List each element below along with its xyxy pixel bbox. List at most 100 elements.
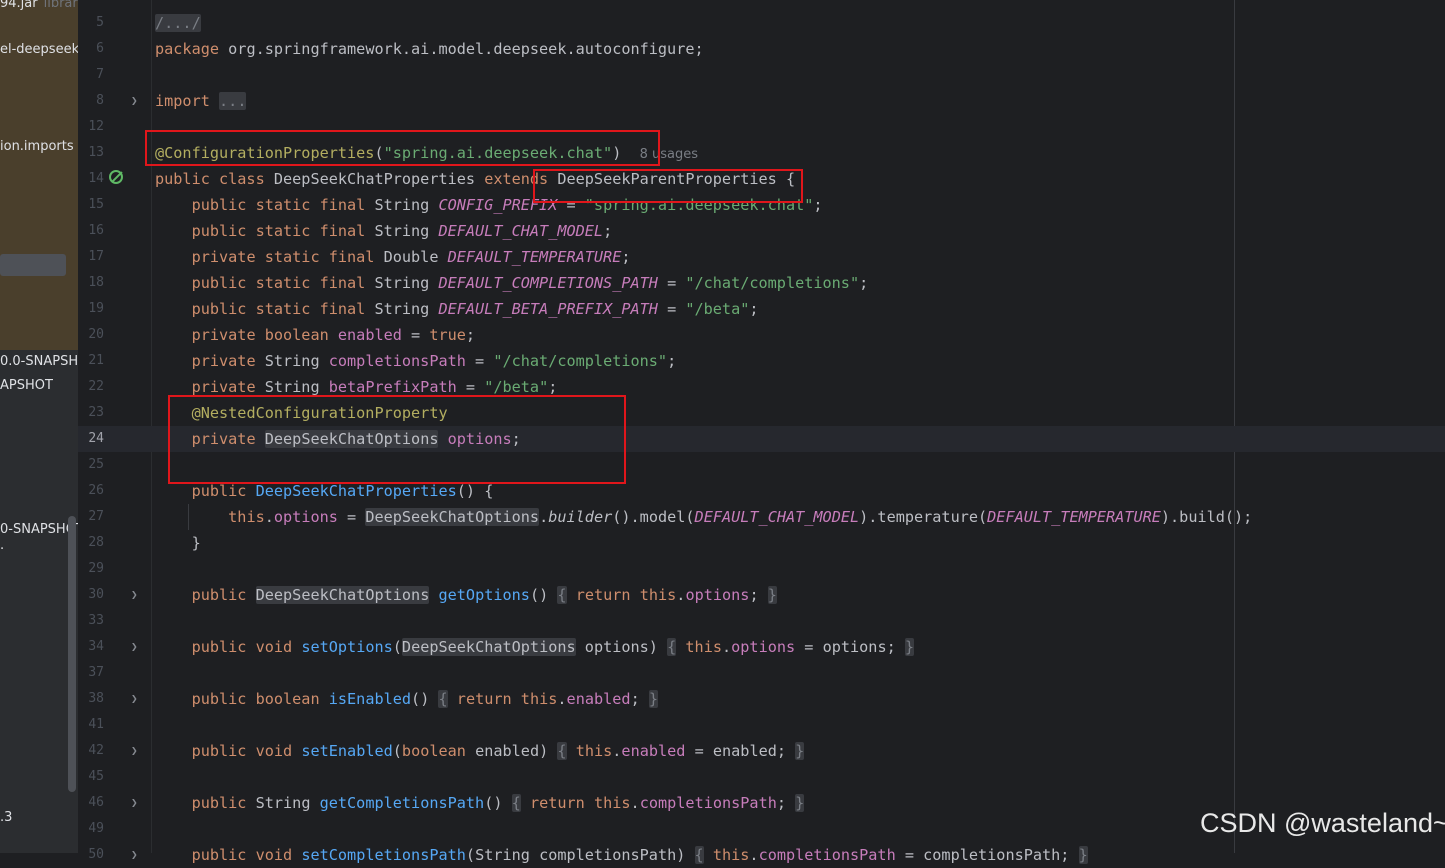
spring-bean-icon[interactable] xyxy=(109,170,123,184)
code-line[interactable]: private boolean enabled = true; xyxy=(155,322,476,348)
line-number: 42 xyxy=(88,743,104,758)
code-token: getCompletionsPath xyxy=(319,794,485,812)
code-line[interactable]: public String getCompletionsPath() { ret… xyxy=(155,790,805,816)
code-token: DEFAULT_COMPLETIONS_PATH xyxy=(438,274,658,292)
code-line[interactable]: import ... xyxy=(155,88,247,114)
line-number: 5 xyxy=(96,15,104,30)
fold-chevron-icon[interactable]: ❯ xyxy=(131,88,141,114)
code-token: } xyxy=(795,742,805,760)
code-token: setEnabled xyxy=(301,742,393,760)
tree-item-snapshot-3[interactable]: 0-SNAPSHOT xyxy=(0,522,78,537)
code-token: String xyxy=(365,274,439,292)
code-token: "/chat/completions" xyxy=(493,352,668,370)
code-token: ; xyxy=(465,326,476,344)
code-token: public void xyxy=(191,742,293,760)
code-token: { xyxy=(438,690,448,708)
tree-item-jar[interactable]: 94.jarlibrary xyxy=(0,0,78,11)
line-number: 15 xyxy=(88,197,104,212)
code-token: ; xyxy=(859,274,869,292)
line-number: 22 xyxy=(88,379,104,394)
code-token: options xyxy=(685,586,750,604)
code-token: this xyxy=(712,846,750,864)
code-token: "/beta" xyxy=(484,378,549,396)
code-token: } xyxy=(904,638,915,656)
code-token: options xyxy=(731,638,796,656)
tree-item-module[interactable]: el-deepseek xyxy=(0,42,78,57)
line-number: 12 xyxy=(88,119,104,134)
code-token: public xyxy=(191,586,247,604)
code-line[interactable]: public void setCompletionsPath(String co… xyxy=(155,842,1088,868)
fold-chevron-icon[interactable]: ❯ xyxy=(131,842,141,868)
fold-chevron-icon[interactable]: ❯ xyxy=(131,790,141,816)
line-number: 14 xyxy=(88,171,104,186)
code-line[interactable]: public void setEnabled(boolean enabled) … xyxy=(155,738,805,764)
code-token: private static final xyxy=(191,248,375,266)
code-line[interactable]: public boolean isEnabled() { return this… xyxy=(155,686,659,712)
code-token: public static final xyxy=(191,300,366,318)
code-token: Double xyxy=(374,248,448,266)
code-token: return this xyxy=(575,586,677,604)
code-line[interactable]: public static final String DEFAULT_COMPL… xyxy=(155,270,869,296)
code-line[interactable]: public void setOptions(DeepSeekChatOptio… xyxy=(155,634,915,660)
code-token: . xyxy=(264,508,274,526)
project-tool-window: 94.jarlibrary el-deepseek ion.imports 0.… xyxy=(0,0,78,853)
code-token: String xyxy=(255,352,329,370)
code-token: setCompletionsPath xyxy=(301,846,466,864)
code-token: { xyxy=(511,794,521,812)
line-number: 28 xyxy=(88,535,104,550)
code-token: String xyxy=(255,378,329,396)
line-number: 49 xyxy=(88,821,104,836)
code-line[interactable]: this.options = DeepSeekChatOptions.build… xyxy=(155,504,1252,530)
code-line[interactable]: public static final String DEFAULT_CHAT_… xyxy=(155,218,613,244)
fold-chevron-icon[interactable]: ❯ xyxy=(131,738,141,764)
line-number: 13 xyxy=(88,145,104,160)
code-token: package xyxy=(155,40,220,58)
tree-item-dot[interactable]: . xyxy=(0,538,4,553)
code-token: org.springframework.ai.model.deepseek.au… xyxy=(219,40,704,58)
code-token: . xyxy=(557,690,567,708)
code-line[interactable]: private static final Double DEFAULT_TEMP… xyxy=(155,244,631,270)
line-number: 17 xyxy=(88,249,104,264)
code-token: () xyxy=(529,586,558,604)
code-line[interactable]: private String completionsPath = "/chat/… xyxy=(155,348,677,374)
line-number: 37 xyxy=(88,665,104,680)
code-token: } xyxy=(155,534,201,552)
code-line[interactable]: package org.springframework.ai.model.dee… xyxy=(155,36,704,62)
line-number: 33 xyxy=(88,613,104,628)
code-token: . xyxy=(721,638,732,656)
code-line[interactable]: public DeepSeekChatOptions getOptions() … xyxy=(155,582,777,608)
line-number: 46 xyxy=(88,795,104,810)
fold-chevron-icon[interactable]: ❯ xyxy=(131,634,141,660)
code-line[interactable]: /.../ xyxy=(155,10,201,36)
tree-item-version[interactable]: .3 xyxy=(0,810,12,825)
code-token: betaPrefixPath xyxy=(328,378,457,396)
code-token: = xyxy=(657,274,686,292)
tree-item-snapshot-2[interactable]: APSHOT xyxy=(0,378,53,393)
code-line[interactable]: public static final String DEFAULT_BETA_… xyxy=(155,296,759,322)
code-token: DEFAULT_TEMPERATURE xyxy=(987,508,1161,526)
project-scrollbar[interactable] xyxy=(68,516,76,792)
fold-chevron-icon[interactable]: ❯ xyxy=(131,582,141,608)
code-token: () { xyxy=(456,482,494,500)
line-number: 45 xyxy=(88,769,104,784)
tree-item-snapshot-1[interactable]: 0.0-SNAPSHOT xyxy=(0,354,78,369)
line-number: 18 xyxy=(88,275,104,290)
fold-chevron-icon[interactable]: ❯ xyxy=(131,686,141,712)
tree-item-imports-file[interactable]: ion.imports xyxy=(0,139,74,154)
code-line[interactable]: } xyxy=(155,530,201,556)
code-token: } xyxy=(767,586,777,604)
project-tree-selection xyxy=(0,254,66,276)
